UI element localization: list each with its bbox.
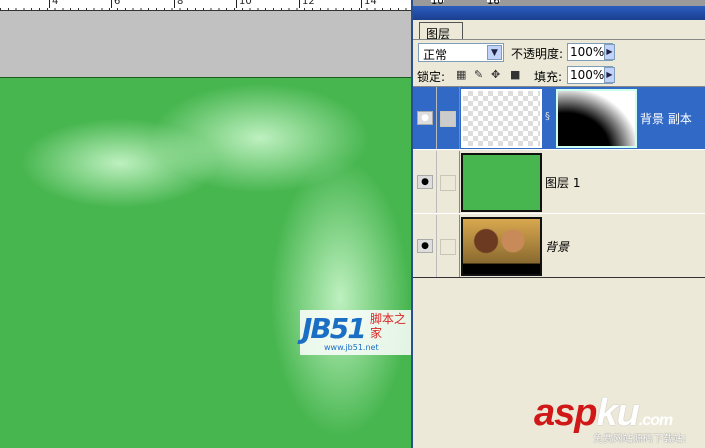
panel-titlebar[interactable] <box>413 6 705 20</box>
layer-row[interactable]: ● 背景 <box>413 215 705 278</box>
ruler-label: 10 <box>236 0 252 8</box>
link-box[interactable] <box>440 239 456 255</box>
lock-transparency-icon[interactable]: ▦ <box>456 68 466 81</box>
aspku-tagline: 免费网站源码下载站! <box>593 434 688 445</box>
ruler-label: 6 <box>111 0 120 8</box>
link-box[interactable] <box>440 175 456 191</box>
layer-name: 图层 1 <box>545 176 581 190</box>
layer-name: 背景 <box>545 240 570 254</box>
lock-all-icon[interactable]: ■ <box>510 68 520 81</box>
opacity-label: 不透明度: <box>511 47 564 61</box>
canvas-pasteboard <box>0 11 411 77</box>
layer-row[interactable]: ● § 背景 副本 <box>413 87 705 150</box>
lock-label: 锁定: <box>417 70 446 84</box>
ruler-label: 8 <box>174 0 183 8</box>
aspku-com: .com <box>638 412 673 429</box>
fill-arrow-icon[interactable]: ▶ <box>604 67 615 83</box>
blend-mode-value: 正常 <box>423 48 448 62</box>
aspku-watermark: aspku.com <box>534 392 673 435</box>
jb51-cn: 脚本之家 <box>370 312 407 340</box>
ruler-label: 16 <box>487 0 500 7</box>
layer-mask-thumbnail[interactable] <box>556 89 637 148</box>
jb51-watermark: JB51 脚本之家 www.jb51.net <box>300 310 411 355</box>
ruler-label: 10 <box>431 0 444 7</box>
mask-link-icon[interactable] <box>440 111 456 127</box>
blend-mode-select[interactable]: 正常 ▼ <box>418 43 504 62</box>
layer-name: 背景 副本 <box>640 112 692 126</box>
aspku-ku: ku <box>596 392 639 434</box>
visibility-eye-icon[interactable]: ● <box>417 175 433 189</box>
opacity-arrow-icon[interactable]: ▶ <box>604 44 615 60</box>
layers-panel: 10 16 图层 正常 ▼ 不透明度: 100% ▶ 锁定: ▦ ✎ ✥ ■ 填… <box>411 0 705 448</box>
ruler-label: 12 <box>299 0 315 8</box>
lock-move-icon[interactable]: ✥ <box>491 68 500 81</box>
chevron-down-icon[interactable]: ▼ <box>487 45 502 60</box>
layer-thumbnail-photo <box>461 217 542 276</box>
ruler-label: 4 <box>49 0 58 8</box>
layer-row[interactable]: ● 图层 1 <box>413 151 705 214</box>
layer-thumbnail <box>461 89 542 148</box>
tab-layers[interactable]: 图层 <box>419 22 463 41</box>
visibility-eye-icon[interactable]: ● <box>417 111 433 125</box>
visibility-eye-icon[interactable]: ● <box>417 239 433 253</box>
lock-paint-brush-icon[interactable]: ✎ <box>474 68 483 81</box>
ruler-label: 14 <box>361 0 377 8</box>
chain-link-icon[interactable]: § <box>545 111 550 122</box>
fill-label: 填充: <box>534 70 563 84</box>
horizontal-ruler: 4 6 8 10 12 14 <box>0 0 411 11</box>
jb51-logo: JB51 <box>302 312 367 345</box>
document-canvas[interactable]: JB51 脚本之家 www.jb51.net <box>0 77 411 448</box>
aspku-asp: asp <box>534 392 597 434</box>
jb51-url: www.jb51.net <box>324 343 379 352</box>
layer-thumbnail <box>461 153 542 212</box>
